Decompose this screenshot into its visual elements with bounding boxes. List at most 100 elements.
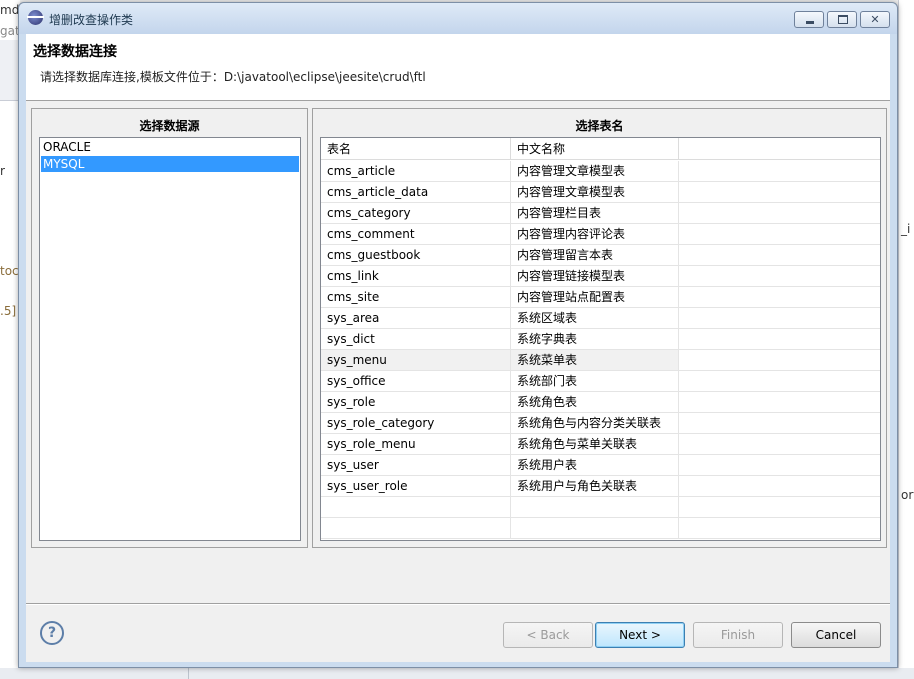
- eclipse-icon: [27, 10, 44, 25]
- chinese-name-cell: 系统区域表: [511, 308, 679, 329]
- empty-cell: [679, 476, 880, 497]
- column-header-empty: [679, 138, 880, 160]
- table-name-cell: cms_category: [321, 203, 511, 224]
- table-name-cell: sys_area: [321, 308, 511, 329]
- table-row[interactable]: cms_link 内容管理链接模型表: [321, 266, 880, 287]
- cancel-button[interactable]: Cancel: [791, 622, 881, 648]
- chinese-name-cell: 系统菜单表: [511, 350, 679, 371]
- table-name-cell: sys_menu: [321, 350, 511, 371]
- chinese-name-cell: 内容管理链接模型表: [511, 266, 679, 287]
- empty-cell: [679, 371, 880, 392]
- empty-cell: [679, 329, 880, 350]
- table-name-cell: sys_user: [321, 455, 511, 476]
- chinese-name-cell: 内容管理留言本表: [511, 245, 679, 266]
- chinese-name-cell: 系统部门表: [511, 371, 679, 392]
- table-name-cell: sys_role_menu: [321, 434, 511, 455]
- maximize-button[interactable]: [827, 11, 857, 28]
- table-select-group: 选择表名 表名 中文名称 cms_article 内容管理文章模型表 cms_art…: [312, 108, 887, 548]
- table-row[interactable]: cms_article_data 内容管理文章模型表: [321, 182, 880, 203]
- background-text: .5]: [0, 304, 17, 318]
- finish-button[interactable]: Finish: [693, 622, 783, 648]
- table-name-cell: sys_role_category: [321, 413, 511, 434]
- chinese-name-cell: 系统用户与角色关联表: [511, 476, 679, 497]
- table-row[interactable]: sys_role_menu 系统角色与菜单关联表: [321, 434, 880, 455]
- table-name-cell: cms_article: [321, 161, 511, 182]
- empty-cell: [679, 434, 880, 455]
- table-name-cell: cms_site: [321, 287, 511, 308]
- datasource-group-label: 选择数据源: [139, 119, 200, 133]
- empty-cell: [679, 518, 880, 539]
- chinese-name-cell: 系统角色与菜单关联表: [511, 434, 679, 455]
- background-text: toc: [0, 264, 19, 278]
- chinese-name-cell: 系统字典表: [511, 329, 679, 350]
- empty-cell: [679, 497, 880, 518]
- background-text: md: [0, 3, 20, 17]
- table-name-cell: cms_comment: [321, 224, 511, 245]
- table-name-cell: cms_article_data: [321, 182, 511, 203]
- help-icon[interactable]: ?: [40, 621, 64, 645]
- minimize-button[interactable]: [794, 11, 824, 28]
- table-row[interactable]: cms_category 内容管理栏目表: [321, 203, 880, 224]
- table-name-cell: sys_dict: [321, 329, 511, 350]
- table-row[interactable]: sys_dict 系统字典表: [321, 329, 880, 350]
- close-button[interactable]: [860, 11, 890, 28]
- window-title: 增删改查操作类: [49, 13, 134, 27]
- datasource-item-oracle[interactable]: ORACLE: [41, 139, 299, 155]
- table-group-label: 选择表名: [575, 119, 624, 133]
- background-text: _i: [901, 222, 911, 236]
- empty-cell: [679, 266, 880, 287]
- chinese-name-cell: 内容管理站点配置表: [511, 287, 679, 308]
- empty-cell: [679, 245, 880, 266]
- table-row[interactable]: [321, 497, 880, 518]
- table-row[interactable]: cms_site 内容管理站点配置表: [321, 287, 880, 308]
- chinese-name-cell: 内容管理文章模型表: [511, 161, 679, 182]
- empty-cell: [679, 392, 880, 413]
- background-text: ory: [901, 488, 914, 502]
- chinese-name-cell: 内容管理内容评论表: [511, 224, 679, 245]
- table-list[interactable]: 表名 中文名称 cms_article 内容管理文章模型表 cms_article_…: [320, 137, 881, 541]
- table-name-cell: [321, 497, 511, 518]
- chinese-name-cell: 内容管理栏目表: [511, 203, 679, 224]
- table-row[interactable]: sys_role_category 系统角色与内容分类关联表: [321, 413, 880, 434]
- table-name-cell: sys_office: [321, 371, 511, 392]
- table-row[interactable]: sys_role 系统角色表: [321, 392, 880, 413]
- table-name-cell: cms_link: [321, 266, 511, 287]
- column-header-table-name[interactable]: 表名: [321, 138, 511, 160]
- footer-separator-highlight: [26, 604, 890, 605]
- table-row[interactable]: cms_guestbook 内容管理留言本表: [321, 245, 880, 266]
- empty-cell: [679, 203, 880, 224]
- chinese-name-cell: 系统角色与内容分类关联表: [511, 413, 679, 434]
- datasource-item-mysql[interactable]: MYSQL: [41, 156, 299, 172]
- table-name-cell: sys_user_role: [321, 476, 511, 497]
- table-row[interactable]: sys_menu 系统菜单表: [321, 350, 880, 371]
- page-title: 选择数据连接: [33, 44, 117, 60]
- crud-wizard-dialog: 增删改查操作类 选择数据连接 请选择数据库连接,模板文件位于：D:\javato…: [18, 2, 898, 668]
- empty-cell: [679, 161, 880, 182]
- table-row[interactable]: sys_office 系统部门表: [321, 371, 880, 392]
- chinese-name-cell: 系统角色表: [511, 392, 679, 413]
- background-editor-left: md gate r toc .5]: [0, 0, 27, 679]
- chinese-name-cell: [511, 518, 679, 539]
- empty-cell: [679, 455, 880, 476]
- title-bar[interactable]: 增删改查操作类: [19, 3, 897, 34]
- empty-cell: [679, 182, 880, 203]
- datasource-list[interactable]: ORACLE MYSQL: [39, 137, 301, 541]
- empty-cell: [679, 350, 880, 371]
- table-name-cell: sys_role: [321, 392, 511, 413]
- table-row[interactable]: cms_comment 内容管理内容评论表: [321, 224, 880, 245]
- background-editor-right: _i ory: [898, 0, 914, 679]
- table-row[interactable]: sys_user_role 系统用户与角色关联表: [321, 476, 880, 497]
- empty-cell: [679, 224, 880, 245]
- table-row[interactable]: sys_area 系统区域表: [321, 308, 880, 329]
- background-toolbar: [0, 40, 20, 101]
- wizard-header: 选择数据连接 请选择数据库连接,模板文件位于：D:\javatool\eclip…: [26, 34, 890, 101]
- dialog-client-area: 选择数据连接 请选择数据库连接,模板文件位于：D:\javatool\eclip…: [26, 34, 890, 662]
- back-button[interactable]: < Back: [503, 622, 593, 648]
- empty-cell: [679, 287, 880, 308]
- table-row[interactable]: [321, 518, 880, 539]
- column-header-chinese-name[interactable]: 中文名称: [511, 138, 679, 160]
- table-row[interactable]: sys_user 系统用户表: [321, 455, 880, 476]
- next-button[interactable]: Next >: [595, 622, 685, 648]
- table-name-cell: [321, 518, 511, 539]
- table-row[interactable]: cms_article 内容管理文章模型表: [321, 161, 880, 182]
